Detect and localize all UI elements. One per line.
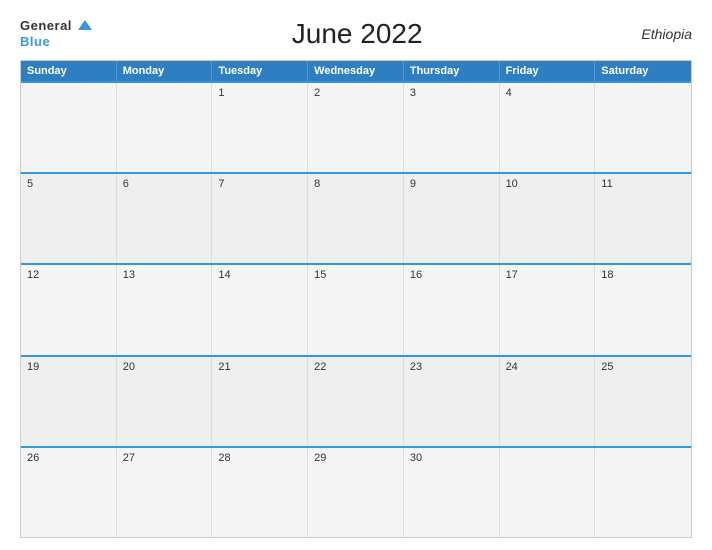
day-header-saturday: Saturday	[595, 61, 691, 81]
day-cell: 1	[212, 83, 308, 172]
day-number: 29	[314, 452, 326, 464]
day-cell: 25	[595, 357, 691, 446]
day-header-monday: Monday	[117, 61, 213, 81]
day-number: 9	[410, 178, 416, 190]
day-number: 16	[410, 269, 422, 281]
day-number: 25	[601, 361, 613, 373]
day-number: 24	[506, 361, 518, 373]
day-number: 20	[123, 361, 135, 373]
page: General Blue June 2022 Ethiopia SundayMo…	[0, 0, 712, 550]
day-cell: 18	[595, 265, 691, 354]
day-number: 1	[218, 87, 224, 99]
day-cell: 3	[404, 83, 500, 172]
day-cell: 7	[212, 174, 308, 263]
day-cell: 13	[117, 265, 213, 354]
day-number: 2	[314, 87, 320, 99]
day-number: 13	[123, 269, 135, 281]
week-row-1: 1 2 3 4	[21, 81, 691, 172]
logo-general-text: General	[20, 18, 72, 33]
day-number: 14	[218, 269, 230, 281]
day-cell: 9	[404, 174, 500, 263]
day-header-tuesday: Tuesday	[212, 61, 308, 81]
day-cell: 2	[308, 83, 404, 172]
day-cell: 27	[117, 448, 213, 537]
calendar-title: June 2022	[92, 18, 622, 50]
day-cell: 16	[404, 265, 500, 354]
day-number: 12	[27, 269, 39, 281]
day-cell: 6	[117, 174, 213, 263]
day-cell: 5	[21, 174, 117, 263]
logo-blue-text: Blue	[20, 34, 50, 49]
day-number: 26	[27, 452, 39, 464]
day-cell: 20	[117, 357, 213, 446]
day-cell	[595, 83, 691, 172]
day-cell	[117, 83, 213, 172]
day-number: 4	[506, 87, 512, 99]
day-cell: 11	[595, 174, 691, 263]
day-cell: 17	[500, 265, 596, 354]
day-cell: 12	[21, 265, 117, 354]
day-cell: 15	[308, 265, 404, 354]
day-cell: 10	[500, 174, 596, 263]
day-number: 27	[123, 452, 135, 464]
country-label: Ethiopia	[622, 26, 692, 42]
week-row-4: 19 20 21 22 23 24 25	[21, 355, 691, 446]
day-number: 5	[27, 178, 33, 190]
day-number: 15	[314, 269, 326, 281]
day-cell: 30	[404, 448, 500, 537]
day-cell: 24	[500, 357, 596, 446]
day-cell: 8	[308, 174, 404, 263]
day-number: 18	[601, 269, 613, 281]
day-number: 21	[218, 361, 230, 373]
day-number: 28	[218, 452, 230, 464]
day-cell: 4	[500, 83, 596, 172]
day-header-sunday: Sunday	[21, 61, 117, 81]
day-cell: 23	[404, 357, 500, 446]
logo: General Blue	[20, 18, 92, 50]
logo-line1: General	[20, 18, 92, 34]
day-cell: 21	[212, 357, 308, 446]
day-cell: 22	[308, 357, 404, 446]
day-number: 8	[314, 178, 320, 190]
day-number: 3	[410, 87, 416, 99]
day-number: 23	[410, 361, 422, 373]
day-cell: 29	[308, 448, 404, 537]
calendar: SundayMondayTuesdayWednesdayThursdayFrid…	[20, 60, 692, 538]
day-cell	[595, 448, 691, 537]
day-header-friday: Friday	[500, 61, 596, 81]
day-cell: 14	[212, 265, 308, 354]
week-row-2: 5 6 7 8 9 10 11	[21, 172, 691, 263]
day-headers-row: SundayMondayTuesdayWednesdayThursdayFrid…	[21, 61, 691, 81]
day-header-thursday: Thursday	[404, 61, 500, 81]
day-header-wednesday: Wednesday	[308, 61, 404, 81]
day-number: 19	[27, 361, 39, 373]
day-cell: 26	[21, 448, 117, 537]
day-number: 7	[218, 178, 224, 190]
day-cell	[500, 448, 596, 537]
logo-triangle-icon	[78, 20, 92, 30]
week-row-3: 12 13 14 15 16 17 18	[21, 263, 691, 354]
day-number: 10	[506, 178, 518, 190]
day-cell: 19	[21, 357, 117, 446]
day-cell: 28	[212, 448, 308, 537]
weeks-container: 1234567891011121314151617181920212223242…	[21, 81, 691, 537]
day-number: 6	[123, 178, 129, 190]
day-number: 22	[314, 361, 326, 373]
header: General Blue June 2022 Ethiopia	[20, 18, 692, 50]
day-number: 17	[506, 269, 518, 281]
day-cell	[21, 83, 117, 172]
week-row-5: 26 27 28 29 30	[21, 446, 691, 537]
day-number: 11	[601, 178, 612, 190]
day-number: 30	[410, 452, 422, 464]
